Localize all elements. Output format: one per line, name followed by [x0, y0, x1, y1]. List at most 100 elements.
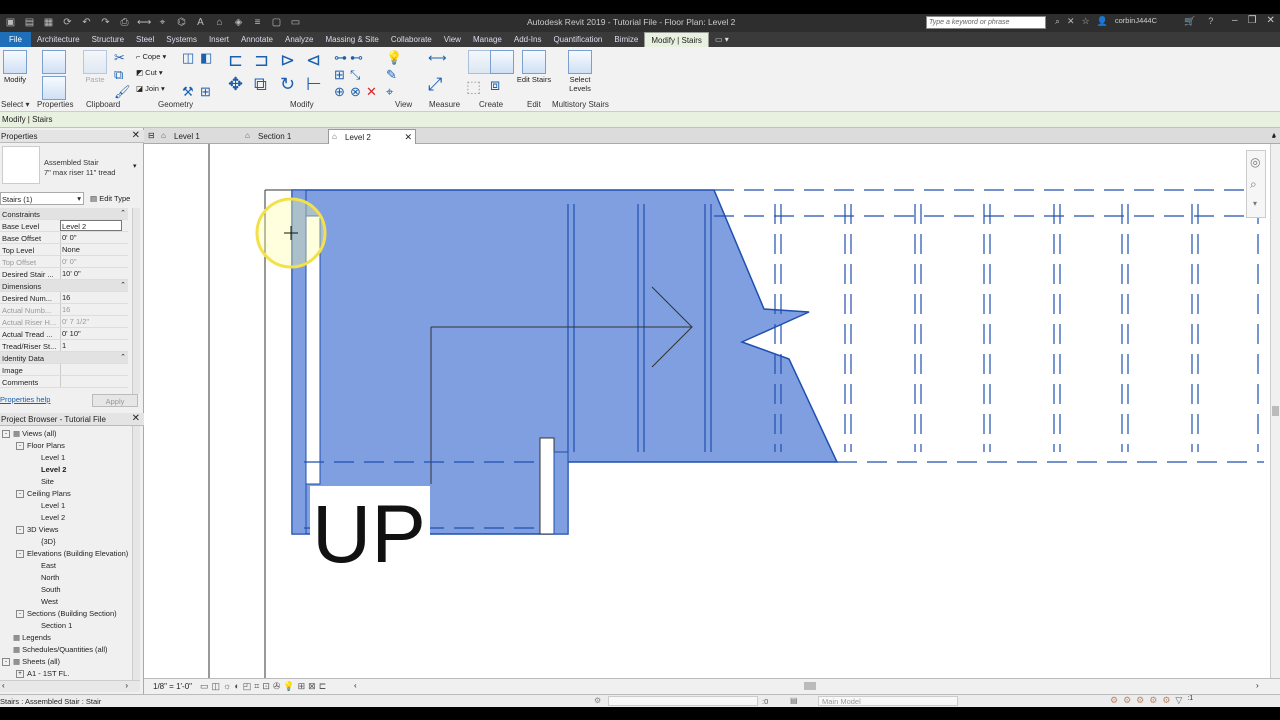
property-row[interactable]: Top Level None — [0, 244, 128, 256]
scale-icon[interactable]: ⤡ — [350, 67, 360, 83]
browser-item[interactable]: - Sections (Building Section) — [16, 609, 117, 619]
scroll-up-icon[interactable]: ▴ — [1272, 132, 1276, 140]
section-icon[interactable]: ◈ — [232, 16, 245, 29]
filter-icon[interactable]: ▽ — [1175, 695, 1182, 706]
property-row[interactable]: Actual Tread ... 0' 10" — [0, 328, 128, 340]
property-row[interactable]: Top Offset 0' 0" — [0, 256, 128, 268]
select-levels-button[interactable]: Select Levels — [560, 75, 600, 93]
undo-icon[interactable]: ↶ — [80, 16, 93, 29]
ribbon-minimize-icon[interactable]: ▭ ▾ — [709, 32, 735, 47]
revit-logo-icon[interactable]: ▣ — [4, 16, 17, 29]
select-levels-icon[interactable] — [568, 50, 592, 74]
edit-stairs-icon[interactable] — [522, 50, 546, 74]
tab-file[interactable]: File — [0, 32, 31, 47]
property-value[interactable]: Level 2 — [60, 220, 122, 231]
create-assembly-icon[interactable] — [468, 50, 492, 74]
tab-architecture[interactable]: Architecture — [31, 32, 86, 47]
tab-systems[interactable]: Systems — [160, 32, 203, 47]
collapse-icon[interactable]: ⌃ — [120, 209, 126, 217]
favorites-icon[interactable]: ☆ — [1082, 16, 1090, 27]
browser-item[interactable]: East — [30, 561, 56, 570]
tab-manage[interactable]: Manage — [467, 32, 508, 47]
instance-selector[interactable]: Stairs (1) ▾ — [0, 192, 84, 205]
split-face-icon[interactable]: ◫ — [182, 50, 194, 66]
browser-item[interactable]: West — [30, 597, 58, 606]
modify-button[interactable]: Modify — [0, 75, 30, 84]
design-option-dropdown[interactable]: Main Model — [818, 696, 958, 706]
floor-plan-drawing[interactable]: UP — [144, 144, 1270, 678]
property-row[interactable]: Actual Numb... 16 — [0, 304, 128, 316]
browser-item[interactable]: Level 1 — [30, 501, 65, 510]
property-row[interactable]: Desired Num... 16 — [0, 292, 128, 304]
property-row[interactable]: Tread/Riser St... 1 — [0, 340, 128, 352]
property-value[interactable]: 1 — [60, 340, 122, 351]
zoom-icon[interactable]: ⌕ — [1250, 177, 1257, 192]
collapse-icon[interactable]: - — [16, 610, 24, 619]
render-icon[interactable]: ◰ — [243, 681, 252, 692]
detail-level-icon[interactable]: ▭ — [200, 681, 209, 692]
view-tab-section-1[interactable]: ⌂ Section 1 — [242, 129, 328, 144]
create-parts-icon[interactable] — [490, 50, 514, 74]
create-group-icon[interactable]: ⬚ — [466, 77, 481, 97]
analytical-icon[interactable]: ⊞ — [298, 681, 306, 692]
canvas-vscrollbar[interactable]: ▴ — [1270, 133, 1280, 678]
measure-icon[interactable]: ⟷ — [137, 16, 151, 29]
print-icon[interactable]: ⎙ — [118, 16, 131, 29]
property-row[interactable]: Image — [0, 364, 128, 376]
split-icon[interactable]: ⊶ — [334, 50, 347, 66]
collapse-icon[interactable]: ⌃ — [120, 353, 126, 361]
modify-arrow-icon[interactable] — [3, 50, 27, 74]
type-subname[interactable]: 7" max riser 11" tread — [44, 168, 115, 177]
close-hidden-icon[interactable]: ▢ — [270, 16, 283, 29]
property-value[interactable]: 0' 7 1/2" — [60, 316, 122, 327]
tab-modify-stairs[interactable]: Modify | Stairs — [644, 32, 709, 47]
open-icon[interactable]: ▤ — [23, 16, 36, 29]
property-value[interactable]: 10' 0" — [60, 268, 122, 279]
close-icon[interactable]: ✕ — [1267, 15, 1275, 26]
paint-icon[interactable]: ◧ — [200, 50, 212, 66]
override-graphics-icon[interactable]: ✎ — [386, 67, 397, 83]
tab-annotate[interactable]: Annotate — [235, 32, 279, 47]
view-tab-level-2[interactable]: ⌂ Level 2 ✕ — [328, 129, 416, 144]
browser-hscrollbar[interactable]: ‹ › — [0, 680, 140, 692]
apply-button[interactable]: Apply — [92, 394, 138, 407]
type-dropdown-icon[interactable]: ▾ — [133, 162, 137, 170]
browser-item[interactable]: ▦ Legends — [2, 633, 51, 642]
tab-bimize[interactable]: Bimize — [608, 32, 644, 47]
mirror-line-icon[interactable]: ⊲ — [306, 50, 321, 71]
tab-view[interactable]: View — [438, 32, 467, 47]
paste-icon[interactable] — [83, 50, 107, 74]
store-icon[interactable]: 🛒 — [1184, 16, 1195, 27]
demolish-icon[interactable]: ⚒ — [182, 84, 194, 100]
sync-icon[interactable]: ⟳ — [61, 16, 74, 29]
select-links-icon[interactable]: ⚙ — [1110, 695, 1118, 706]
tab-analyze[interactable]: Analyze — [279, 32, 319, 47]
wall-joins-icon[interactable]: ⊞ — [200, 84, 211, 100]
steering-wheel-icon[interactable]: ◎ — [1250, 155, 1260, 169]
align-icon[interactable]: ⊏ — [228, 50, 243, 71]
dimension-icon[interactable]: ⌖ — [156, 16, 169, 29]
property-group-dimensions[interactable]: Dimensions ⌃ — [0, 280, 128, 292]
property-row[interactable]: Base Offset 0' 0" — [0, 232, 128, 244]
close-icon[interactable]: ✕ — [404, 132, 412, 143]
property-value[interactable]: 16 — [60, 292, 122, 303]
scroll-thumb[interactable] — [1272, 406, 1279, 416]
browser-item[interactable]: -3D Views — [16, 525, 59, 535]
search-input[interactable]: Type a keyword or phrase — [926, 16, 1046, 29]
pin-icon[interactable]: ⊕ — [334, 84, 345, 100]
move-icon[interactable]: ✥ — [228, 74, 243, 95]
minimize-icon[interactable]: – — [1232, 15, 1238, 26]
browser-item[interactable]: Section 1 — [30, 621, 72, 630]
collapse-icon[interactable]: ⌃ — [120, 281, 126, 289]
select-by-face-icon[interactable]: ⚙ — [1149, 695, 1157, 706]
constraints-icon[interactable]: ⊏ — [319, 681, 327, 692]
edit-stairs-button[interactable]: Edit Stairs — [516, 75, 552, 84]
property-value[interactable]: 0' 10" — [60, 328, 122, 339]
browser-item[interactable]: South — [30, 585, 61, 594]
close-icon[interactable]: ✕ — [132, 130, 140, 141]
user-icon[interactable]: 👤 — [1097, 16, 1108, 27]
temp-hide-icon[interactable]: ✇ — [273, 681, 281, 692]
property-row[interactable]: Desired Stair ... 10' 0" — [0, 268, 128, 280]
property-row[interactable]: Base Level Level 2 — [0, 220, 128, 232]
browser-item[interactable]: - Elevations (Building Elevation) — [16, 549, 128, 559]
